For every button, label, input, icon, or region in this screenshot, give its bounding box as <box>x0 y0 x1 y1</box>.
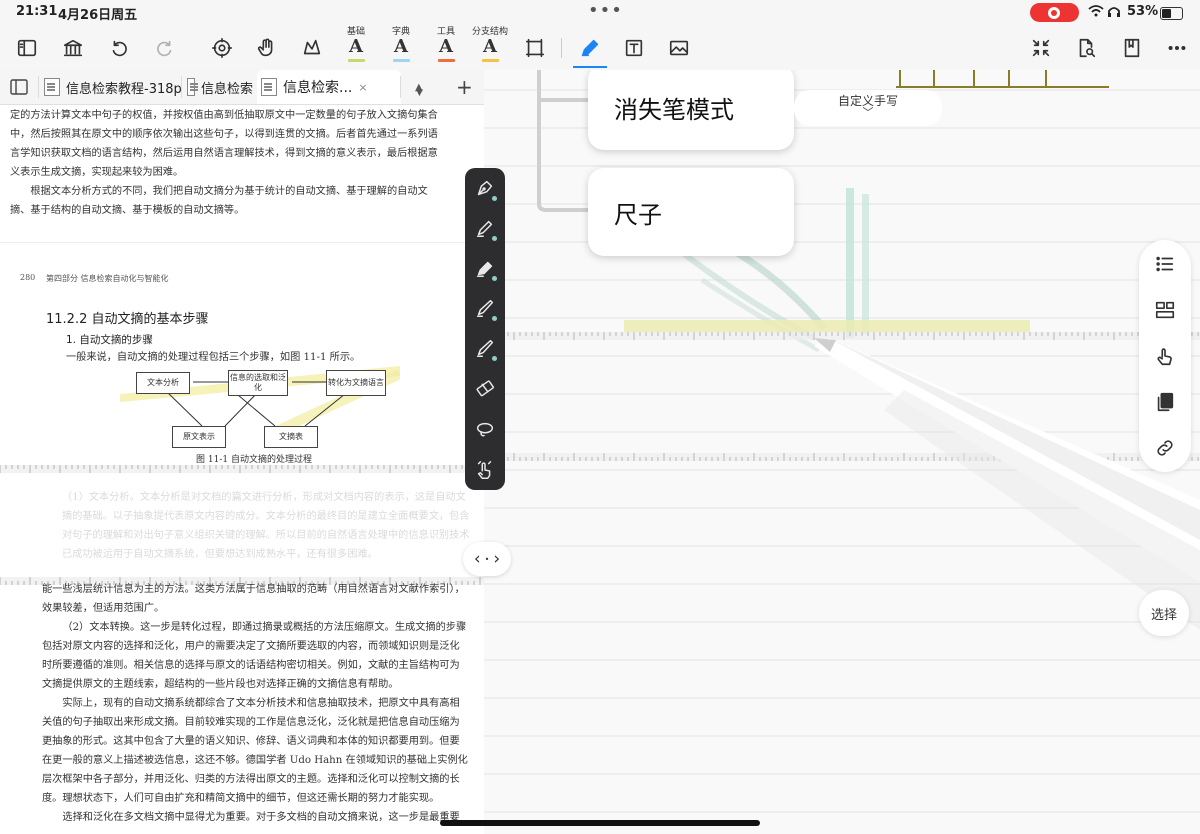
status-bar: 21:31 4月26日周五 ••• 53% <box>0 0 1200 26</box>
node-label: 消失笔模式 <box>614 95 734 124</box>
status-date: 4月26日周五 <box>58 8 138 23</box>
paragraph-text: 选择和泛化在多文档文摘中显得尤为重要。对于多文档的自动文摘来说，这一步是最重要 <box>62 812 460 823</box>
copy-icon[interactable] <box>1141 378 1189 426</box>
document-icon <box>261 78 277 96</box>
intro-line: 一般来说，自动文摘的处理过程包括三个步骤，如图 11-1 所示。 <box>66 352 361 363</box>
tab-document-3-active[interactable]: 信息检索... × <box>257 70 401 104</box>
tool-color-dot <box>492 196 497 201</box>
hand-icon[interactable] <box>253 34 281 62</box>
screen-record-icon[interactable] <box>1030 3 1079 22</box>
sidebar-toggle[interactable] <box>10 70 28 104</box>
frame-icon[interactable] <box>521 34 549 62</box>
lasso-icon[interactable] <box>298 34 326 62</box>
document-paragraph: 能一些浅层统计信息为主的方法。这类方法属于信息抽取的范畴（用目然语言对文献作索引… <box>42 580 468 827</box>
layout-icon[interactable] <box>1141 286 1189 334</box>
wifi-headphones-icon <box>1088 4 1122 21</box>
active-tool-indicator <box>573 66 607 68</box>
mindmap-node-vanishing-pen[interactable]: 消失笔模式 <box>588 70 794 150</box>
battery-icon <box>1160 7 1183 20</box>
paragraph-text: 能一些浅层统计信息为主的方法。这类方法属于信息抽取的范畴（用目然语言对文献作索引… <box>42 584 465 614</box>
hand-point-icon[interactable] <box>1141 332 1189 380</box>
tab-document-2[interactable]: 信息检索 <box>187 70 253 104</box>
document-paragraph: 定的方法计算文本中句子的权值，并按权值由高到低抽取原文中一定数量的句子放入文摘句… <box>10 106 440 220</box>
lasso-icon[interactable] <box>471 416 499 444</box>
style-color-bar <box>348 59 365 62</box>
tab-label: 信息检索教程-318p <box>66 81 182 97</box>
style-color-bar <box>438 59 455 62</box>
pen-icon[interactable] <box>576 34 604 62</box>
tool-color-dot <box>492 356 497 361</box>
image-icon[interactable] <box>665 34 693 62</box>
ruler-overlay <box>0 465 484 585</box>
tool-color-dot <box>492 236 497 241</box>
text-style-icon: A <box>439 36 453 57</box>
dot-icon: • <box>484 554 490 564</box>
paragraph-text: （2）文本转换。这一步是转化过程，即通过摘录或概括的方法压缩原文。生成文摘的步骤… <box>42 622 467 690</box>
search-doc-icon[interactable] <box>1072 34 1100 62</box>
tab-label: 信息检索 <box>200 81 253 97</box>
link-icon[interactable] <box>1141 424 1189 472</box>
node-label: 尺子 <box>614 200 662 229</box>
document-icon <box>187 78 198 96</box>
section-heading: 11.2.2 自动文摘的基本步骤 <box>46 312 209 327</box>
paragraph-text: 定的方法计算文本中句子的权值，并按权值由高到低抽取原文中一定数量的句子放入文摘句… <box>10 110 438 178</box>
page-number: 280 <box>20 273 36 282</box>
touch-hand-icon[interactable] <box>471 456 499 484</box>
chevron-left-icon[interactable]: ‹ <box>474 549 481 569</box>
text-style-icon: A <box>394 36 408 57</box>
figure-box: 文摘表 <box>264 426 318 448</box>
home-indicator[interactable] <box>440 820 760 826</box>
add-tab-icon[interactable]: + <box>456 70 473 104</box>
paragraph-text: 实际上，现有的自动文摘系统都综合了文本分析技术和信息抽取技术，把原文中具有高相关… <box>42 698 468 804</box>
list-icon[interactable] <box>1141 240 1189 288</box>
tool-color-dot <box>492 316 497 321</box>
pdf-viewer-pane[interactable]: 信息检索教程-318p 信息检索 信息检索... × ▲ ▼ + 定的方法计算文… <box>0 70 484 834</box>
chevron-down-icon: ﹀ <box>862 106 874 119</box>
notebook-canvas[interactable]: 消失笔模式 尺子 自定义手写 ﹀ 选择 <box>484 70 1200 834</box>
pane-switch-control[interactable]: ‹ • › <box>463 542 511 576</box>
redo-icon[interactable] <box>151 34 179 62</box>
settings-icon[interactable] <box>208 34 236 62</box>
figure-caption: 图 11-1 自动文摘的处理过程 <box>196 455 312 465</box>
style-color-bar <box>482 59 499 62</box>
figure-box: 原文表示 <box>172 426 226 448</box>
more-icon[interactable] <box>1163 34 1191 62</box>
undo-icon[interactable] <box>105 34 133 62</box>
pen-palette <box>465 168 505 490</box>
toolbar: 基础 A 字典 A 工具 A 分支结构 A <box>0 26 1200 70</box>
mindmap-node-ruler[interactable]: 尺子 <box>588 168 794 256</box>
figure-box: 转化为文摘语言 <box>326 370 386 396</box>
select-button[interactable]: 选择 <box>1139 590 1189 636</box>
eraser-icon[interactable] <box>471 374 499 402</box>
figure-box: 信息的选取和泛化 <box>228 370 288 396</box>
chevron-right-icon[interactable]: › <box>493 549 500 569</box>
page-divider <box>0 242 484 243</box>
reorder-down-icon[interactable]: ▼ <box>416 76 423 110</box>
toolbar-divider <box>561 38 562 58</box>
tab-label: 信息检索... <box>283 80 353 96</box>
text-box-icon[interactable] <box>620 34 648 62</box>
document-icon <box>44 78 60 96</box>
sidebar-icon[interactable] <box>13 34 41 62</box>
page-section: 第四部分 信息检索自动化与智能化 <box>46 274 169 283</box>
sub-heading: 1. 自动文摘的步骤 <box>66 334 153 346</box>
status-time: 21:31 <box>16 4 58 19</box>
multitask-dots-icon[interactable]: ••• <box>588 0 623 21</box>
close-icon[interactable]: × <box>358 81 367 94</box>
figure-box: 文本分析 <box>136 372 190 394</box>
bookmark-icon[interactable] <box>1118 34 1146 62</box>
collapse-icon[interactable] <box>1027 34 1055 62</box>
tab-document-1[interactable]: 信息检索教程-318p <box>44 70 182 104</box>
library-icon[interactable] <box>59 34 87 62</box>
tool-color-dot <box>492 276 497 281</box>
text-style-icon: A <box>349 36 363 57</box>
side-tool-panel <box>1139 240 1191 472</box>
paragraph-text: 根据文本分析方式的不同，我们把自动文摘分为基于统计的自动文摘、基于理解的自动文摘… <box>10 186 428 216</box>
text-style-icon: A <box>483 36 497 57</box>
custom-handwriting-dropdown[interactable]: 自定义手写 ﹀ <box>794 90 942 126</box>
style-color-bar <box>393 59 410 62</box>
tab-bar: 信息检索教程-318p 信息检索 信息检索... × ▲ ▼ + <box>0 70 484 105</box>
battery-percent: 53% <box>1127 4 1159 19</box>
